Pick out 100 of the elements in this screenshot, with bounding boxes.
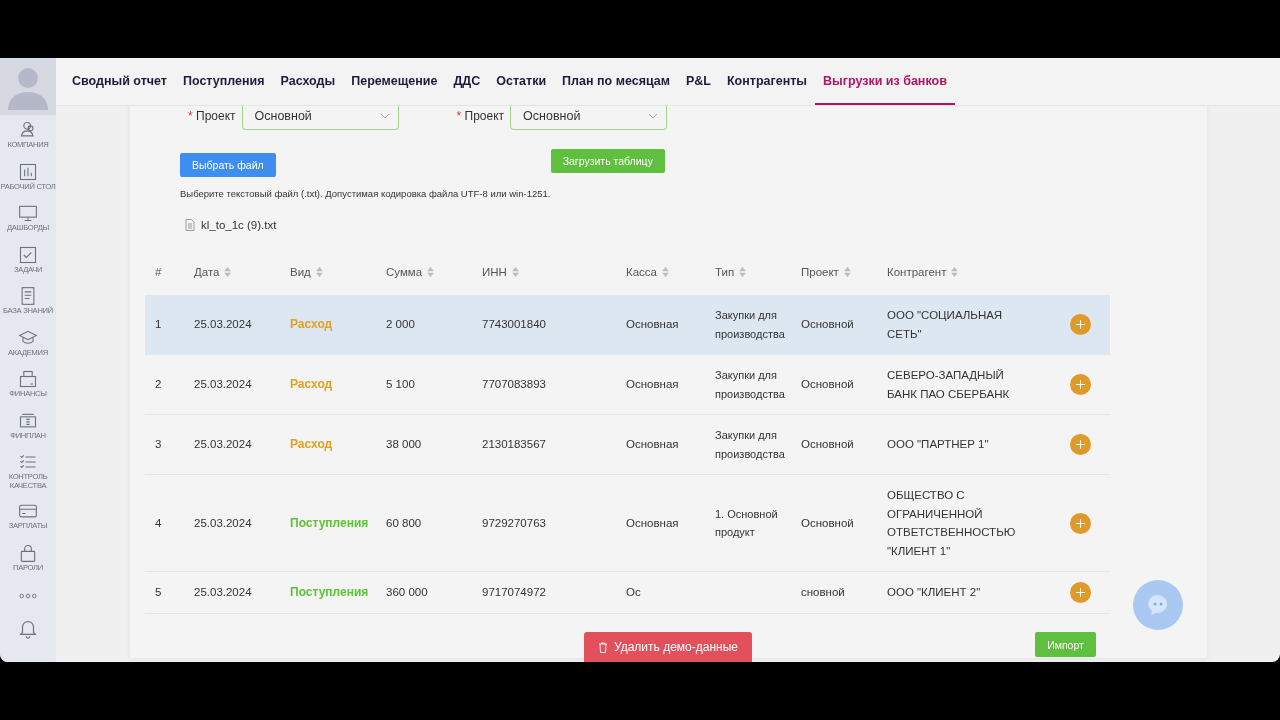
printer-icon	[18, 369, 38, 389]
nav-tab[interactable]: P&L	[678, 58, 719, 105]
hint-text: Выберите текстовый файл (.txt). Допустимая кодировка файла UTF-8 или win-1251.	[180, 188, 552, 199]
nav-tab[interactable]: Сводный отчет	[64, 58, 175, 105]
column-header: Тип	[715, 266, 735, 278]
lock-icon	[18, 542, 38, 563]
table-cell-text: сновной	[800, 585, 846, 600]
table-cell-text: ООО "ПАРТНЕР 1"	[886, 437, 990, 453]
nav-tab[interactable]: ДДС	[445, 58, 489, 105]
table-cell-text: 25.03.2024	[193, 585, 253, 600]
table-cell-text: Основной	[800, 437, 855, 453]
column-header: Сумма	[386, 266, 423, 278]
avatar[interactable]	[0, 58, 56, 115]
nav-tab[interactable]: Остатки	[488, 58, 555, 105]
plus-icon	[1076, 440, 1085, 449]
add-button[interactable]	[1070, 434, 1091, 455]
project-select[interactable]: Основной	[510, 106, 668, 130]
file-icon	[185, 219, 195, 231]
table-cell-text: 3	[154, 437, 163, 453]
table-cell-text: ООО "КЛИЕНТ 2"	[886, 585, 982, 600]
table-cell-text: 5	[154, 585, 163, 600]
add-button[interactable]	[1070, 581, 1091, 603]
table-cell-text: 7743001840	[481, 317, 547, 333]
type-label: Поступления	[289, 514, 370, 532]
table-cell-text: 38 000	[385, 437, 423, 453]
more-icon[interactable]	[19, 593, 37, 599]
file-name[interactable]: kl_to_1c (9).txt	[201, 219, 277, 231]
column-header: Дата	[194, 266, 220, 278]
table-cell-text: СЕВЕРО-ЗАПАДНЫЙ БАНК ПАО СБЕРБАНК	[886, 368, 1011, 402]
nav-tab[interactable]: Поступления	[174, 58, 273, 105]
table-cell-text: Ос	[625, 585, 642, 600]
sort-icon[interactable]	[739, 267, 747, 277]
table-cell-text: Основной	[800, 377, 855, 393]
table-row[interactable]: 1 25.03.2024 Расход 2 000 7743001840 Основная Закупки для производства Основной ООО "СОЦИАЛЬНАЯ СЕТЬ"	[145, 295, 1110, 355]
nav-tab[interactable]: Расходы	[272, 58, 344, 105]
table-cell-text: ООО "СОЦИАЛЬНАЯ СЕТЬ"	[886, 308, 1004, 342]
table-cell-text: 25.03.2024	[193, 377, 253, 393]
table-cell-text: 1. Основной продукт	[714, 506, 779, 540]
table-cell-text: 2130183567	[481, 437, 547, 453]
plus-icon	[1076, 587, 1085, 597]
column-header: Касса	[626, 266, 657, 278]
sort-icon[interactable]	[224, 267, 232, 277]
table-cell-text: 2	[154, 377, 163, 393]
table-cell-text: Основная	[625, 437, 680, 453]
table-cell-text: 360 000	[385, 585, 429, 600]
table-cell-text: 4	[154, 515, 163, 531]
table-row[interactable]: 5 25.03.2024 Поступления 360 000 9717074972 Ос сновной ООО "КЛИЕНТ 2"	[145, 572, 1110, 614]
table-cell-text: 60 800	[385, 515, 423, 531]
field-label: * Проект	[188, 109, 236, 123]
sort-icon[interactable]	[427, 267, 435, 277]
table-cell-text: Закупки для производства	[714, 368, 786, 402]
table-cell-text: 9717074972	[481, 585, 547, 600]
table-cell-text: 5 100	[385, 377, 416, 393]
table-cell-text: 1	[154, 317, 163, 333]
table-cell-text: 25.03.2024	[193, 317, 253, 333]
nav-tab[interactable]: Контрагенты	[719, 58, 815, 105]
sort-icon[interactable]	[662, 267, 669, 277]
table-cell-text: 25.03.2024	[193, 515, 253, 531]
column-header: #	[155, 266, 162, 278]
sort-icon[interactable]	[843, 267, 851, 277]
trash-icon	[598, 641, 608, 653]
delete-demo-button[interactable]: Удалить демо-данные	[584, 632, 752, 662]
table-cell-text: Основной	[800, 515, 855, 531]
type-label: Расход	[289, 376, 334, 394]
column-header: Контрагент	[887, 266, 947, 278]
column-header: Вид	[290, 266, 311, 278]
table-cell-text: Закупки для производства	[714, 308, 786, 342]
field-label: * Проект	[456, 109, 505, 123]
sort-icon[interactable]	[951, 267, 959, 277]
table-cell-text: Основная	[625, 515, 680, 531]
table-row[interactable]: 2 25.03.2024 Расход 5 100 7707083893 Основная Закупки для производства Основной СЕВЕРО-ЗАПАДНЫЙ БАНК ПАО СБЕРБАНК	[145, 355, 1110, 415]
type-label: Поступления	[289, 584, 370, 601]
plus-icon	[1076, 320, 1085, 329]
bar-chart-icon	[18, 161, 38, 182]
add-button[interactable]	[1070, 374, 1091, 395]
table-cell-text: 9729270763	[481, 515, 547, 531]
table-cell-text: Закупки для производства	[714, 428, 786, 462]
project-select[interactable]: Основной	[241, 106, 399, 130]
table-cell-text: ОБЩЕСТВО С ОГРАНИЧЕННОЙ ОТВЕТСТВЕННОСТЬЮ "КЛИЕНТ 1"	[886, 488, 1017, 559]
table-cell-text: Основной	[800, 317, 855, 333]
add-button[interactable]	[1070, 314, 1091, 335]
nav-tab[interactable]: Перемещение	[343, 58, 446, 105]
table-cell-text: 7707083893	[481, 377, 547, 393]
column-header: ИНН	[482, 266, 507, 278]
table-cell-text: Основная	[625, 377, 680, 393]
table-row[interactable]: 4 25.03.2024 Поступления 60 800 9729270763 Основная 1. Основной продукт Основной ОБЩЕСТВО С ОГРАНИЧЕННОЙ ОТВЕТСТВЕННОСТЬЮ "КЛИЕНТ 1"	[145, 475, 1110, 572]
plus-icon	[1076, 380, 1085, 389]
column-header: Проект	[801, 266, 839, 278]
table-row[interactable]: 3 25.03.2024 Расход 38 000 2130183567 Основная Закупки для производства Основной ООО "ПАРТНЕР 1"	[145, 415, 1110, 475]
sort-icon[interactable]	[511, 267, 519, 277]
table-cell-text: Основная	[625, 317, 680, 333]
type-label: Расход	[289, 436, 334, 454]
add-button[interactable]	[1070, 512, 1091, 534]
monitor-icon	[18, 203, 38, 223]
checkbox-icon	[18, 244, 38, 265]
sort-icon[interactable]	[315, 267, 323, 277]
nav-tab[interactable]: План по месяцам	[554, 58, 678, 105]
table-cell-text: 2 000	[385, 317, 416, 333]
plus-icon	[1076, 518, 1085, 528]
table-cell-text: 25.03.2024	[193, 437, 253, 453]
